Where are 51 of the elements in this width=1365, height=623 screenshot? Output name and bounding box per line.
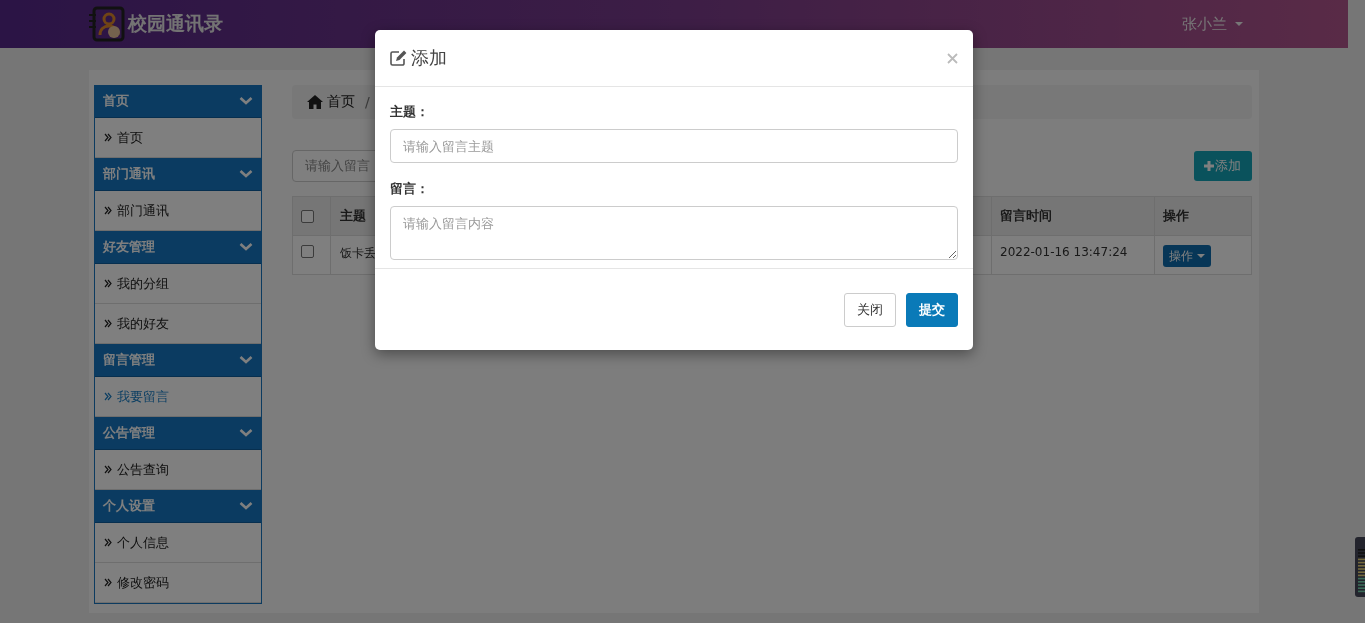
group-title: 个人设置 [103,497,155,515]
sidebar-item[interactable]: 修改密码 [95,563,261,603]
edit-icon [390,50,407,66]
sidebar-group-header[interactable]: 留言管理 [95,344,261,377]
address-book-icon [88,5,126,43]
sidebar-group-header[interactable]: 部门通讯 [95,158,261,191]
plus-icon [1204,161,1214,171]
sidebar-group-header[interactable]: 首页 [95,85,261,118]
caret-icon [1235,22,1243,26]
double-chevron-icon [104,578,112,587]
checkbox[interactable] [301,209,314,223]
column-header: 留言时间 [1000,207,1052,225]
submit-button[interactable]: 提交 [906,292,958,327]
user-menu[interactable]: 张小兰 [1182,14,1243,34]
home-icon [307,95,323,109]
message-textarea[interactable]: 请输入留言内容 [390,206,958,260]
group-title: 部门通讯 [103,165,155,183]
group-title: 留言管理 [103,351,155,369]
checkbox[interactable] [301,245,314,258]
column-header: 操作 [1163,207,1189,225]
group-title: 公告管理 [103,424,155,442]
double-chevron-icon [104,538,112,547]
double-chevron-icon [104,206,112,215]
app-title: 校园通讯录 [128,11,223,36]
add-button[interactable]: 添加 [1194,151,1252,181]
close-button[interactable]: 关闭 [844,292,896,327]
double-chevron-icon [104,279,112,288]
table-cell: 2022-01-16 13:47:24 [1000,245,1128,259]
subject-input[interactable]: 请输入留言主题 [390,129,958,163]
sidebar-group-header[interactable]: 好友管理 [95,231,261,264]
double-chevron-icon [104,465,112,474]
group-title: 首页 [103,92,129,110]
column-header: 主题 [340,207,366,225]
breadcrumb-separator: / [365,94,370,110]
table-cell: 饭卡丢 [340,245,376,262]
double-chevron-icon [104,319,112,328]
actions-dropdown-button[interactable]: 操作 [1163,245,1211,267]
level-meter-icon [1355,537,1365,597]
breadcrumb-link[interactable]: 首页 [327,93,355,111]
sidebar-item[interactable]: 个人信息 [95,523,261,563]
field-label: 留言： [390,180,430,198]
sidebar-group-header[interactable]: 公告管理 [95,417,261,450]
field-label: 主题： [390,103,430,121]
double-chevron-icon [104,133,112,142]
sidebar-item[interactable]: 我的分组 [95,264,261,304]
close-icon[interactable] [947,52,958,64]
caret-icon [1197,254,1205,258]
dialog-title: 添加 [411,46,447,70]
sidebar-group-header[interactable]: 个人设置 [95,490,261,523]
double-chevron-icon [104,392,112,401]
group-title: 好友管理 [103,238,155,256]
